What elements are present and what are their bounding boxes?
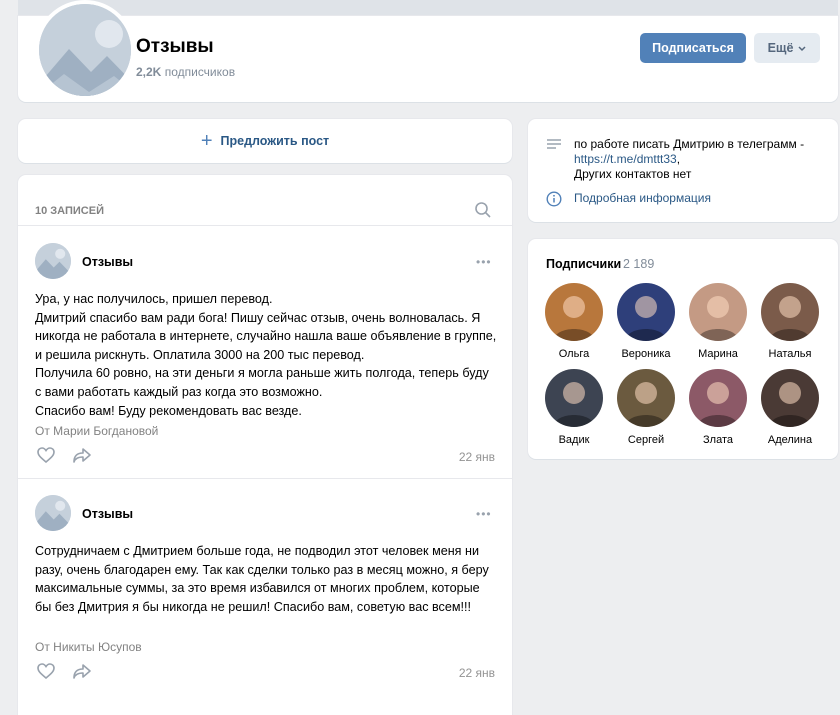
group-description: по работе писать Дмитрию в телеграмм - h… [546,137,824,182]
group-avatar[interactable] [35,0,135,100]
post-text: Ура, у нас получилось, пришел перевод. Д… [35,292,497,418]
subscriber-item[interactable]: Наталья [754,283,826,360]
suggest-post-label: Предложить пост [220,134,330,148]
subscribers-block: Подписчики 2 189 Ольга Вероника Марина Ната… [528,239,838,459]
subscriber-name: Аделина [767,434,813,446]
subscriber-item[interactable]: Аделина [754,369,826,446]
subscriber-avatar[interactable] [761,369,819,427]
details-link[interactable]: Подробная информация [546,191,711,210]
subscribe-button[interactable]: Подписаться [640,33,746,63]
post-author[interactable]: Отзывы [82,255,133,269]
subscriber-name: Ольга [558,348,590,360]
subscriber-item[interactable]: Вероника [610,283,682,360]
share-icon[interactable] [72,662,92,685]
subscriber-item[interactable]: Вадик [538,369,610,446]
telegram-link[interactable]: https://t.me/dmttt33 [574,152,677,166]
subscriber-item[interactable]: Марина [682,283,754,360]
like-icon[interactable] [36,662,56,685]
subscribers-title[interactable]: Подписчики [546,257,621,271]
more-options-icon[interactable]: ••• [476,507,492,521]
subscribers-summary[interactable]: 2,2K подписчиков [136,65,235,79]
subscriber-avatar[interactable] [545,369,603,427]
description-line: Других контактов нет [574,167,692,181]
post-avatar[interactable] [35,243,71,279]
post-author[interactable]: Отзывы [82,507,133,521]
share-icon[interactable] [72,446,92,469]
search-icon[interactable] [474,201,492,224]
divider [18,478,512,479]
subscriber-name: Злата [703,434,733,446]
posts-count: 10 записей [35,205,104,217]
wall-feed: 10 записей Отзывы ••• Ура, у нас получил… [18,175,512,715]
subscriber-name: Марина [698,348,738,360]
group-header: Отзывы 2,2K подписчиков Подписаться Ещё [18,0,838,102]
more-button[interactable]: Ещё [754,33,820,63]
chevron-down-icon [798,41,806,55]
cover-strip [18,0,838,16]
subscriber-item[interactable]: Злата [682,369,754,446]
plus-icon: + [200,130,213,152]
post-date[interactable]: 22 янв [459,666,495,680]
suggest-post-button[interactable]: + Предложить пост [18,119,512,163]
post-avatar[interactable] [35,495,71,531]
subscriber-avatar[interactable] [689,369,747,427]
post-date[interactable]: 22 янв [459,450,495,464]
like-icon[interactable] [36,446,56,469]
post-signer[interactable]: От Марии Богдановой [35,424,158,438]
subscriber-avatar[interactable] [545,283,603,341]
subscriber-name: Наталья [768,348,812,360]
subscriber-name: Сергей [627,434,665,446]
divider [18,225,512,226]
post-text: Сотрудничаем с Дмитрием больше года, не … [35,544,489,614]
description-line: по работе писать Дмитрию в телеграмм - [574,137,805,151]
post-signer[interactable]: От Никиты Юсупов [35,640,142,654]
more-label: Ещё [767,41,794,55]
description-text: по работе писать Дмитрию в телеграмм - h… [574,137,824,182]
subscriber-item[interactable]: Сергей [610,369,682,446]
description-comma: , [676,152,681,166]
group-info: по работе писать Дмитрию в телеграмм - h… [528,119,838,222]
description-icon [546,137,562,182]
subscriber-avatar[interactable] [689,283,747,341]
subscriber-avatar[interactable] [761,283,819,341]
subscribers-count: 2,2K [136,65,162,79]
subscriber-item[interactable]: Ольга [538,283,610,360]
subscribers-total: 2 189 [623,257,655,271]
page-title: Отзывы [136,36,214,57]
subscriber-name: Вероника [621,348,671,360]
info-icon [546,191,562,210]
subscriber-avatar[interactable] [617,369,675,427]
subscriber-name: Вадик [558,434,590,446]
more-options-icon[interactable]: ••• [476,255,492,269]
subscribers-label: подписчиков [164,65,236,79]
subscriber-avatar[interactable] [617,283,675,341]
details-label: Подробная информация [574,191,711,205]
